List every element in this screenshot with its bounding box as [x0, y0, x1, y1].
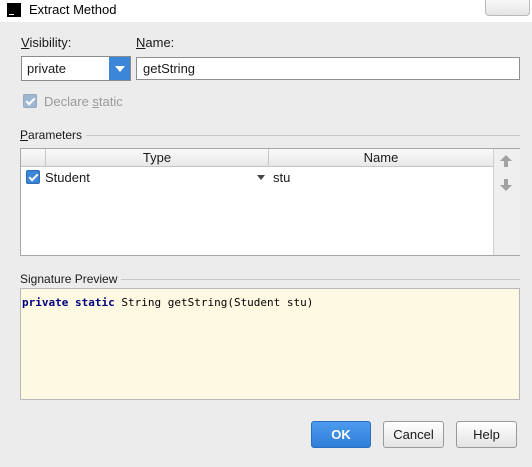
table-header: Type Name	[21, 149, 493, 167]
signature-preview-title: Signature Preview	[20, 272, 122, 286]
parameter-name[interactable]: stu	[273, 170, 290, 185]
parameters-title-text: arameters	[28, 128, 83, 142]
parameters-separator	[20, 135, 520, 136]
keyword-static: static	[74, 296, 115, 309]
help-button[interactable]: Help	[456, 421, 517, 448]
column-header-type[interactable]: Type	[45, 149, 269, 166]
parameter-checkbox[interactable]	[26, 170, 40, 184]
visibility-value: private	[27, 61, 67, 76]
declare-static-label-start: Declare	[44, 94, 93, 109]
visibility-combobox[interactable]: private	[21, 56, 131, 81]
parameters-table: Type Name Student stu	[20, 148, 520, 256]
name-label: Name:	[136, 35, 174, 50]
visibility-label-text: isibility:	[29, 35, 72, 50]
intellij-icon	[7, 3, 21, 17]
signature-text: String getString(Student stu)	[114, 296, 314, 309]
chevron-down-icon[interactable]	[109, 57, 130, 80]
parameters-title-mnemonic: P	[20, 128, 29, 142]
parameter-type[interactable]: Student	[45, 170, 90, 185]
declare-static-checkbox	[23, 94, 37, 108]
method-name-input[interactable]	[136, 57, 520, 80]
table-row[interactable]: Student stu	[21, 167, 493, 187]
name-label-text: ame:	[145, 35, 175, 50]
move-up-icon[interactable]	[500, 155, 512, 167]
declare-static-label: Declare static	[44, 94, 123, 109]
close-button[interactable]	[485, 0, 530, 16]
type-dropdown-arrow-icon[interactable]	[257, 175, 265, 180]
cancel-button[interactable]: Cancel	[383, 421, 444, 448]
keyword-private: private	[22, 296, 69, 309]
name-label-mnemonic: N	[136, 35, 146, 50]
reorder-toolbar	[493, 149, 520, 255]
visibility-label: Visibility:	[21, 35, 71, 50]
ok-button[interactable]: OK	[311, 421, 371, 448]
parameters-title: Parameters	[20, 128, 87, 142]
window-title: Extract Method	[29, 2, 117, 17]
signature-preview: private static String getString(Student …	[20, 288, 520, 400]
move-down-icon[interactable]	[500, 179, 512, 191]
declare-static-label-end: tatic	[98, 94, 123, 109]
column-header-name[interactable]: Name	[269, 149, 493, 166]
title-bar[interactable]: Extract Method	[0, 0, 532, 22]
extract-method-dialog: Extract Method Visibility: private Name:…	[0, 0, 532, 467]
